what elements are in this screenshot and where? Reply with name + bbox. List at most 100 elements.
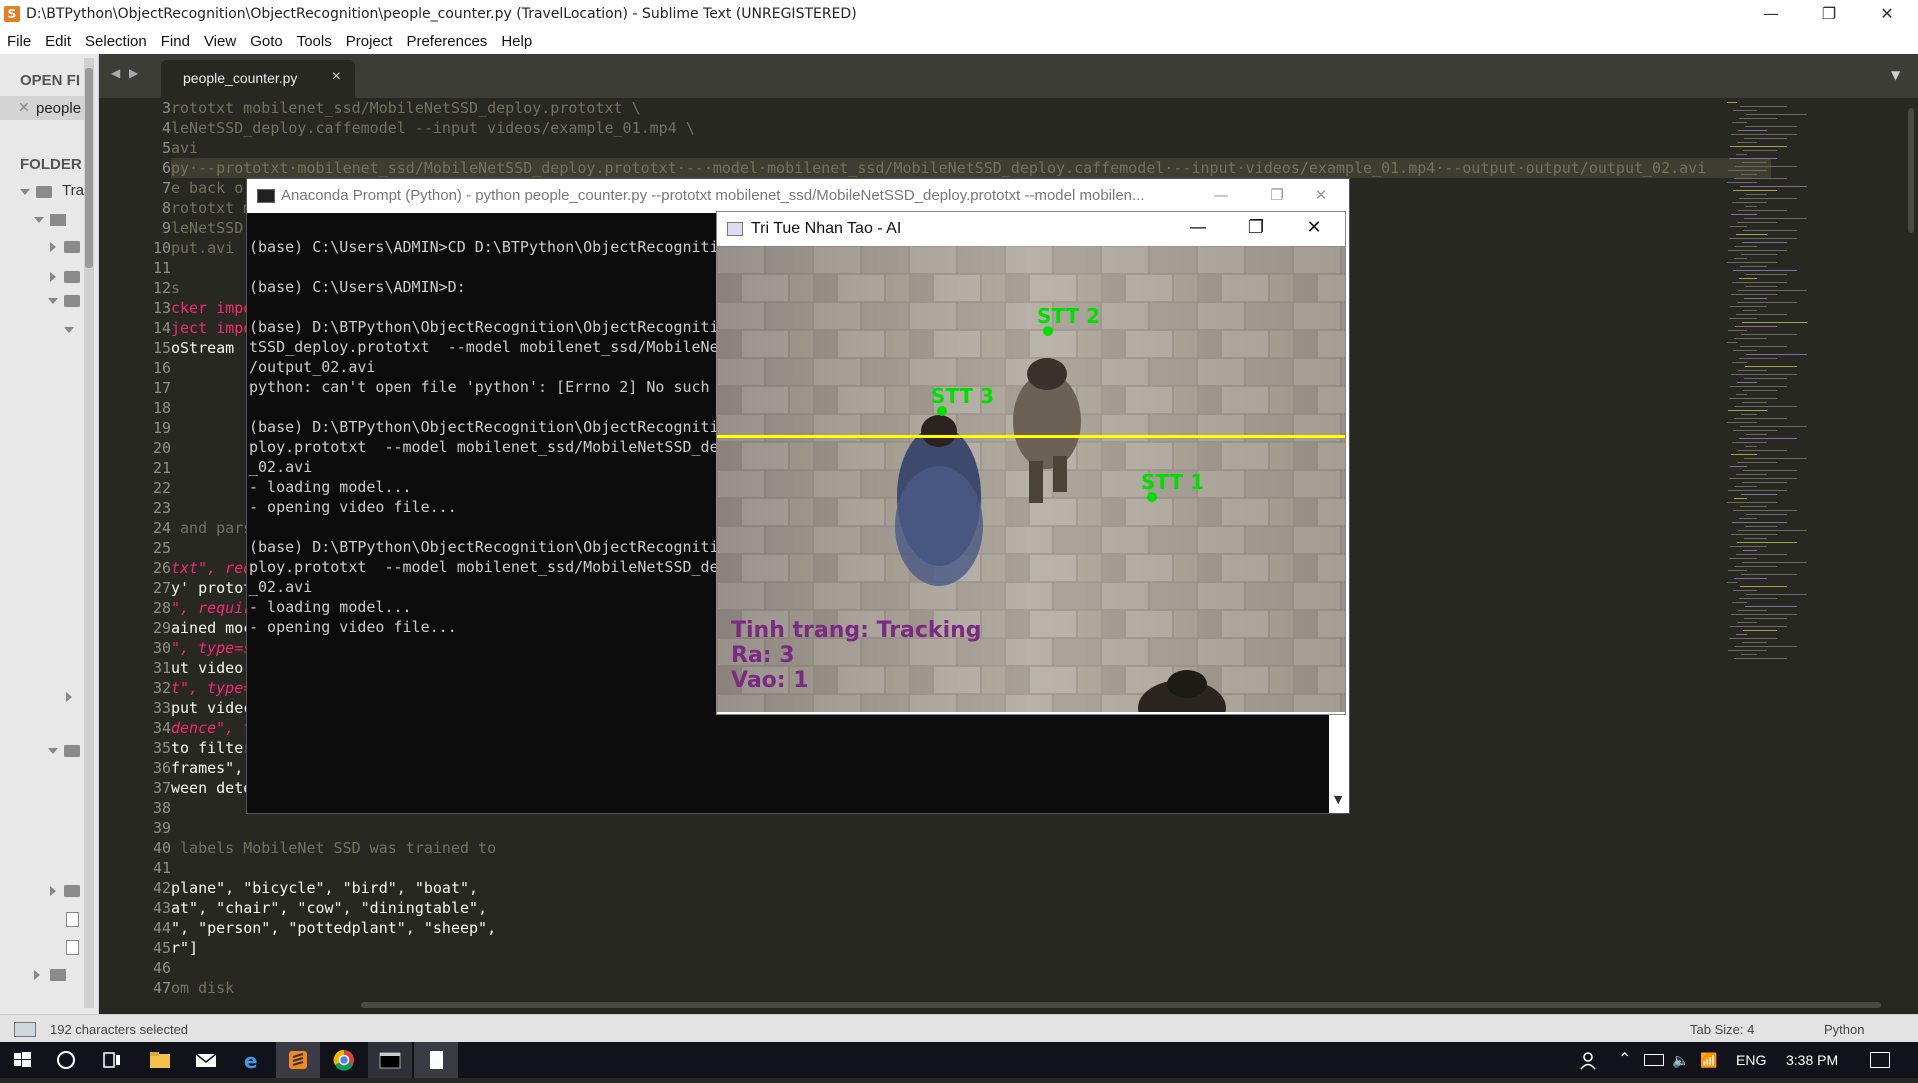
tab-dropdown-icon[interactable]: ▼ bbox=[1891, 68, 1900, 82]
tab-nav-right-icon[interactable]: ▶ bbox=[129, 66, 138, 80]
collapse-arrow-icon[interactable] bbox=[50, 272, 56, 282]
expand-arrow-icon[interactable] bbox=[34, 217, 44, 223]
code-line[interactable]: labels MobileNet SSD was trained to bbox=[171, 838, 1771, 858]
tab-close-icon[interactable]: × bbox=[332, 68, 341, 86]
open-file-item[interactable]: ✕ people bbox=[0, 96, 84, 120]
tab-nav-left-icon[interactable]: ◀ bbox=[111, 66, 120, 80]
file-explorer-icon[interactable] bbox=[138, 1042, 182, 1078]
people-icon[interactable] bbox=[1578, 1050, 1602, 1072]
video-title-bar[interactable]: Tri Tue Nhan Tao - AI — ❐ ✕ bbox=[717, 212, 1345, 246]
minimap-line bbox=[1745, 286, 1777, 287]
sidebar-scrollbar[interactable] bbox=[84, 58, 94, 1008]
language-indicator[interactable]: ENG bbox=[1736, 1052, 1766, 1068]
collapse-arrow-icon[interactable] bbox=[50, 886, 56, 896]
close-button[interactable]: ✕ bbox=[1293, 179, 1349, 213]
collapse-arrow-icon[interactable] bbox=[34, 970, 40, 980]
battery-icon[interactable] bbox=[1644, 1054, 1664, 1066]
menu-preferences[interactable]: Preferences bbox=[399, 30, 494, 50]
root-folder-label[interactable]: Tra bbox=[62, 182, 84, 199]
editor-horizontal-scrollbar[interactable] bbox=[99, 1000, 1904, 1010]
restore-button[interactable]: ❐ bbox=[1800, 0, 1858, 30]
minimap-line bbox=[1727, 262, 1777, 263]
code-line[interactable]: leNetSSD_deploy.caffemodel --input video… bbox=[171, 118, 1771, 138]
start-icon[interactable] bbox=[0, 1042, 44, 1078]
code-line[interactable] bbox=[171, 858, 1771, 878]
close-button[interactable]: ✕ bbox=[1285, 212, 1343, 246]
menu-project[interactable]: Project bbox=[339, 30, 400, 50]
line-number: 24 bbox=[152, 519, 171, 537]
minimap-line bbox=[1735, 326, 1777, 327]
task-view-icon[interactable] bbox=[90, 1042, 134, 1078]
chrome-icon[interactable] bbox=[322, 1042, 366, 1078]
line-number: 42 bbox=[152, 879, 171, 897]
expand-arrow-icon[interactable] bbox=[20, 189, 30, 195]
expand-arrow-icon[interactable] bbox=[48, 748, 58, 754]
menu-tools[interactable]: Tools bbox=[290, 30, 339, 50]
code-line[interactable]: r"] bbox=[171, 938, 1771, 958]
minimize-button[interactable]: — bbox=[1169, 212, 1227, 246]
minimap-line bbox=[1734, 258, 1747, 259]
code-line[interactable]: rototxt mobilenet_ssd/MobileNetSSD_deplo… bbox=[171, 98, 1771, 118]
mail-icon[interactable] bbox=[184, 1042, 228, 1078]
action-center-icon[interactable] bbox=[1870, 1052, 1890, 1068]
menu-edit[interactable]: Edit bbox=[38, 30, 78, 50]
menu-selection[interactable]: Selection bbox=[78, 30, 154, 50]
code-line[interactable]: plane", "bicycle", "bird", "boat", bbox=[171, 878, 1771, 898]
sublime-text-icon[interactable] bbox=[276, 1042, 320, 1078]
notepad-icon[interactable] bbox=[414, 1042, 458, 1078]
folder-icon bbox=[36, 186, 52, 198]
syntax-status[interactable]: Python bbox=[1824, 1022, 1864, 1037]
line-number: 6 bbox=[161, 159, 171, 177]
menu-file[interactable]: File bbox=[0, 30, 38, 50]
minimap-line bbox=[1744, 138, 1787, 139]
minimap-line bbox=[1734, 178, 1787, 179]
minimap-line bbox=[1742, 322, 1807, 323]
minimap-line bbox=[1744, 618, 1787, 619]
minimap-line bbox=[1730, 146, 1787, 147]
minimap-line bbox=[1743, 230, 1797, 231]
close-button[interactable]: ✕ bbox=[1858, 0, 1916, 30]
minimap-line bbox=[1745, 126, 1797, 127]
menu-find[interactable]: Find bbox=[154, 30, 197, 50]
video-window[interactable]: Tri Tue Nhan Tao - AI — ❐ ✕ STT 2 STT 3 … bbox=[716, 211, 1346, 715]
code-line[interactable]: avi bbox=[171, 138, 1771, 158]
minimap-line bbox=[1741, 494, 1777, 495]
minimize-button[interactable]: — bbox=[1742, 0, 1800, 30]
cortana-icon[interactable] bbox=[44, 1042, 88, 1078]
code-line[interactable]: om disk bbox=[171, 978, 1771, 998]
show-hidden-icons-chevron-icon[interactable]: ⌃ bbox=[1618, 1049, 1631, 1069]
terminal-icon[interactable] bbox=[368, 1042, 412, 1078]
code-line[interactable] bbox=[171, 818, 1771, 838]
tab-size-status[interactable]: Tab Size: 4 bbox=[1690, 1022, 1754, 1037]
volume-muted-icon[interactable]: 🔈 bbox=[1672, 1052, 1689, 1069]
expand-arrow-icon[interactable] bbox=[64, 327, 74, 333]
minimap-line bbox=[1740, 266, 1767, 267]
file-icon[interactable] bbox=[66, 940, 79, 955]
expand-arrow-icon[interactable] bbox=[48, 298, 58, 304]
minimap[interactable] bbox=[1719, 98, 1899, 858]
code-line[interactable] bbox=[171, 958, 1771, 978]
close-file-icon[interactable]: ✕ bbox=[18, 99, 30, 116]
menu-help[interactable]: Help bbox=[494, 30, 539, 50]
minimap-line bbox=[1743, 470, 1797, 471]
menu-goto[interactable]: Goto bbox=[243, 30, 290, 50]
panel-toggle-icon[interactable] bbox=[14, 1022, 36, 1037]
code-line[interactable]: py·--prototxt·mobilenet_ssd/MobileNetSSD… bbox=[171, 158, 1771, 178]
file-icon[interactable] bbox=[66, 912, 79, 927]
minimize-button[interactable]: — bbox=[1193, 179, 1249, 213]
code-line[interactable]: ", "person", "pottedplant", "sheep", bbox=[171, 918, 1771, 938]
maximize-button[interactable]: ❐ bbox=[1227, 212, 1285, 246]
collapse-arrow-icon[interactable] bbox=[66, 692, 72, 702]
collapse-arrow-icon[interactable] bbox=[50, 242, 56, 252]
edge-icon[interactable]: e bbox=[230, 1042, 274, 1078]
clock-time[interactable]: 3:38 PM bbox=[1786, 1052, 1838, 1068]
menu-view[interactable]: View bbox=[197, 30, 243, 50]
code-line[interactable]: at", "chair", "cow", "diningtable", bbox=[171, 898, 1771, 918]
minimap-line bbox=[1732, 362, 1747, 363]
network-wifi-icon[interactable]: 📶 bbox=[1700, 1052, 1717, 1069]
editor-vertical-scrollbar[interactable] bbox=[1904, 98, 1918, 1014]
minimap-line bbox=[1728, 490, 1787, 491]
scroll-down-arrow-icon[interactable]: ▼ bbox=[1334, 793, 1342, 806]
tab-people-counter[interactable]: people_counter.py × bbox=[161, 60, 355, 98]
anaconda-title-bar[interactable]: Anaconda Prompt (Python) - python people… bbox=[247, 179, 1349, 213]
